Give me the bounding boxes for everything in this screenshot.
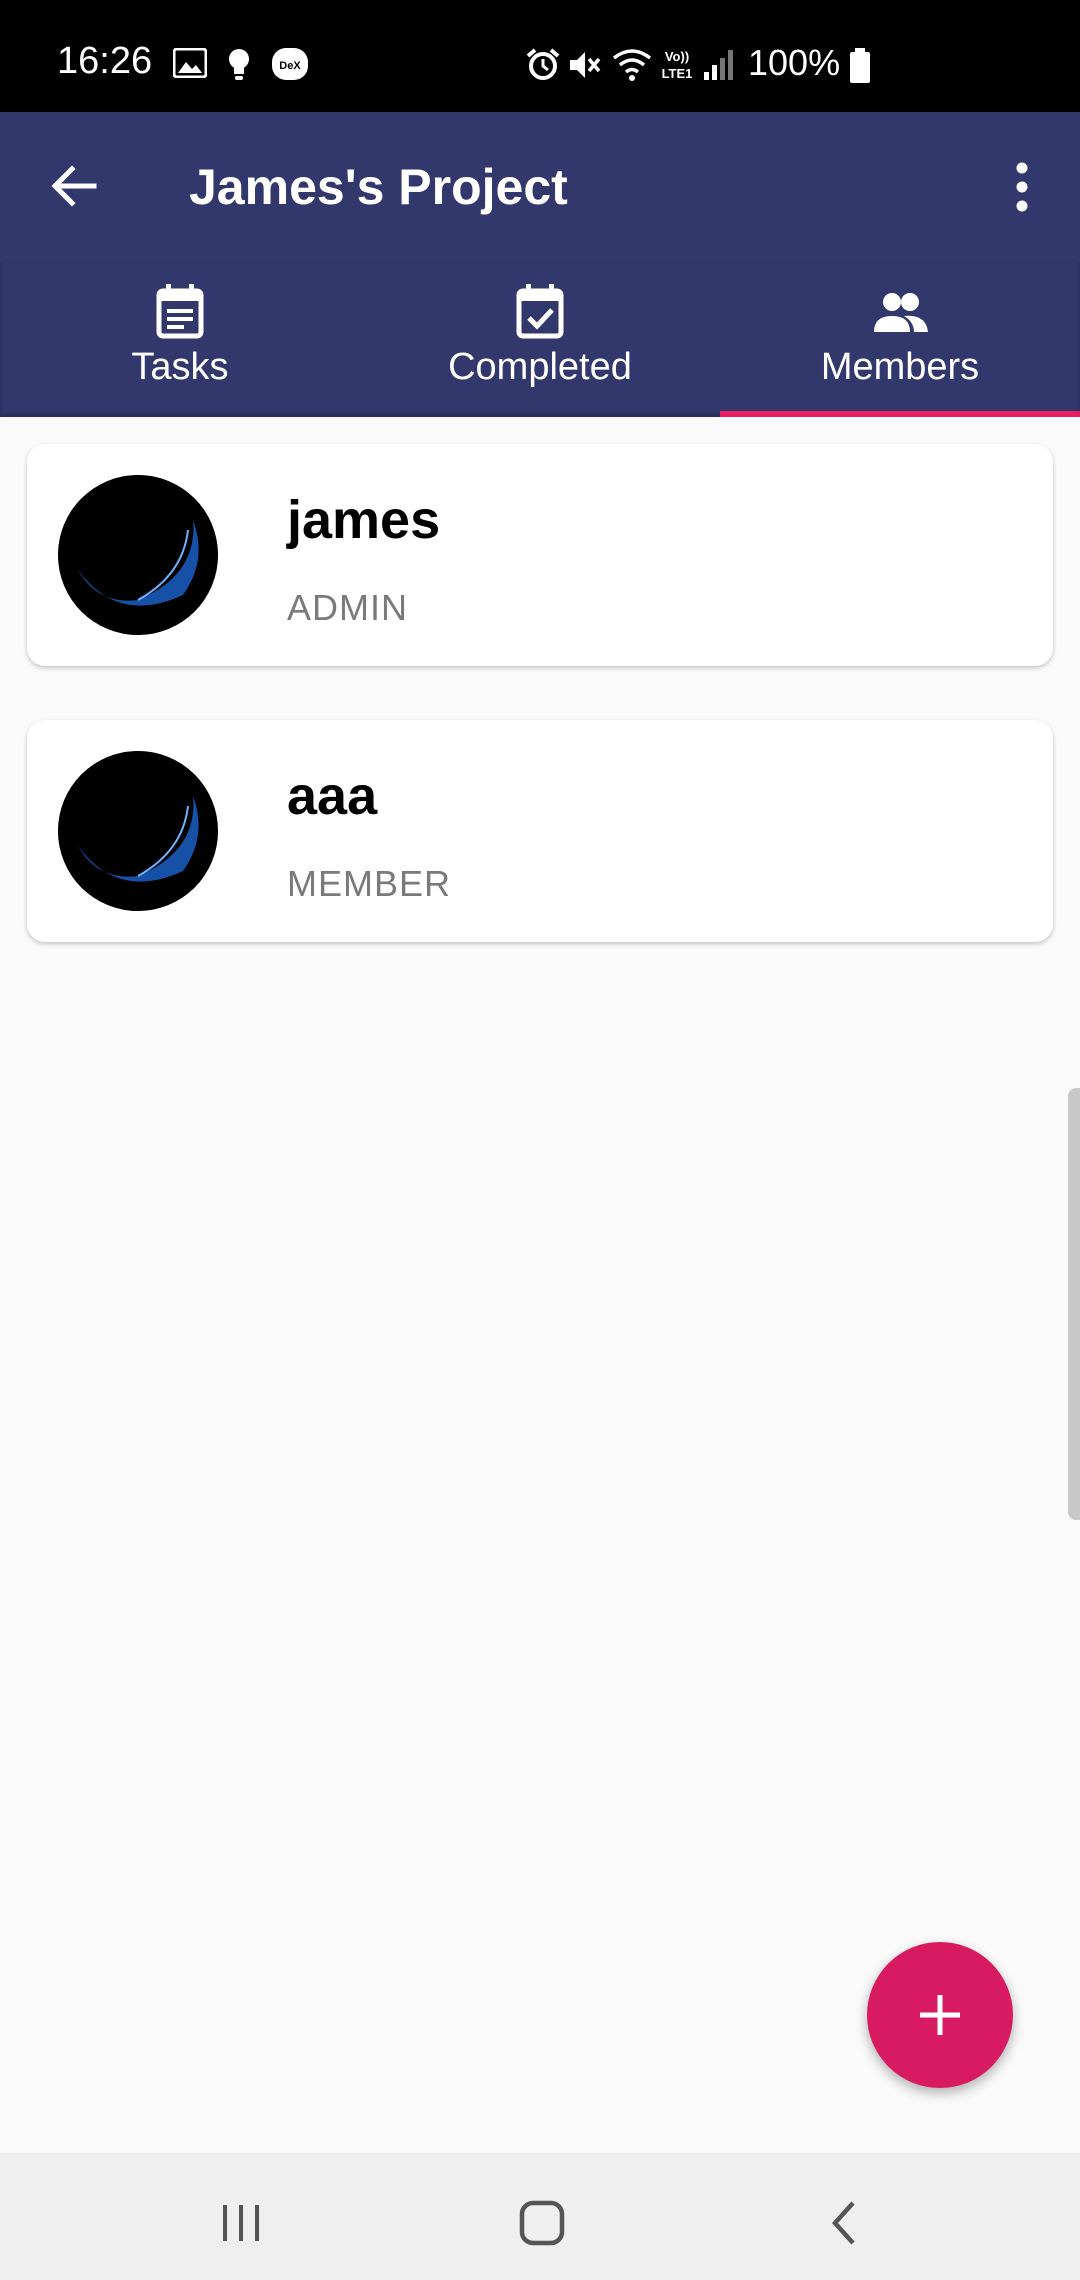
dex-icon: DeX <box>272 48 308 80</box>
tab-completed-label: Completed <box>448 346 632 388</box>
calendar-check-icon <box>516 284 564 339</box>
tab-members[interactable]: Members <box>720 262 1080 417</box>
tab-completed[interactable]: Completed <box>360 262 720 417</box>
mute-icon <box>570 52 601 78</box>
page-title: James's Project <box>189 159 568 215</box>
tab-tasks[interactable]: Tasks <box>0 262 360 417</box>
image-icon <box>173 48 207 78</box>
tab-members-label: Members <box>820 346 980 388</box>
plus-icon <box>920 1995 960 2035</box>
back-arrow-icon[interactable] <box>48 160 100 212</box>
member-card[interactable]: aaa MEMBER <box>27 720 1053 942</box>
svg-text:LTE1: LTE1 <box>662 66 693 81</box>
volte-icon: Vo)) LTE1 <box>662 49 693 81</box>
home-icon[interactable] <box>512 2193 572 2253</box>
people-icon <box>874 293 928 332</box>
member-card[interactable]: james ADMIN <box>27 444 1053 666</box>
battery-percent: 100% <box>748 42 841 83</box>
more-vert-icon[interactable] <box>1010 162 1034 212</box>
signal-icon <box>704 50 733 80</box>
back-icon[interactable] <box>815 2193 875 2253</box>
calendar-list-icon <box>156 284 204 339</box>
bulb-icon <box>229 49 249 80</box>
battery-icon <box>850 48 870 83</box>
tab-tasks-label: Tasks <box>131 346 229 388</box>
add-member-button[interactable] <box>867 1942 1013 2088</box>
member-role: MEMBER <box>287 863 452 904</box>
tab-indicator <box>720 411 1080 417</box>
member-role: ADMIN <box>287 587 408 628</box>
wifi-icon <box>612 49 652 81</box>
scrollbar[interactable] <box>1068 1088 1080 1520</box>
svg-text:Vo)): Vo)) <box>665 49 689 64</box>
system-nav-bar <box>0 2153 1080 2280</box>
avatar <box>58 475 218 635</box>
status-bar: 16:26 DeX Vo)) LTE1 100% <box>0 0 1080 112</box>
status-time: 16:26 <box>57 40 153 82</box>
svg-text:DeX: DeX <box>279 60 301 72</box>
tab-bar: Tasks Completed Members <box>0 262 1080 417</box>
app-bar: James's Project <box>0 112 1080 262</box>
member-name: james <box>287 490 441 550</box>
member-name: aaa <box>287 766 378 826</box>
recents-icon[interactable] <box>211 2193 271 2253</box>
avatar <box>58 751 218 911</box>
alarm-icon <box>526 48 560 80</box>
